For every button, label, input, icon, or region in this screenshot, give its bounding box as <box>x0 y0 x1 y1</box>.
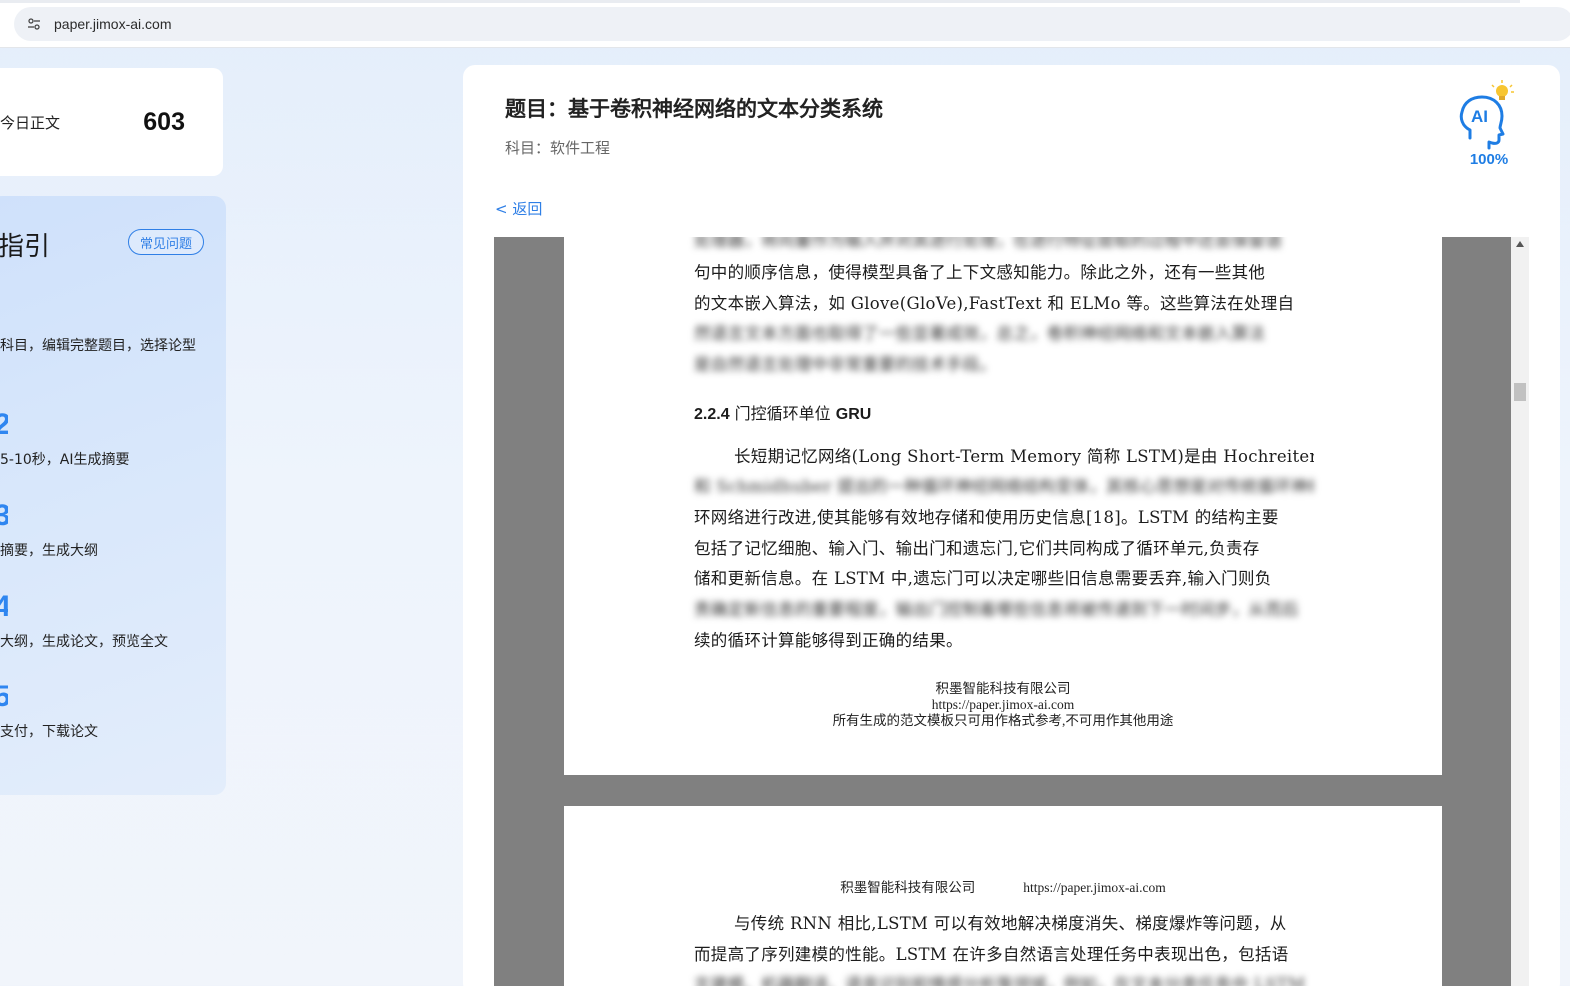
step-1-desc: 科目，编辑完整题目，选择论型 <box>0 338 196 354</box>
header-url: https://paper.jimox-ai.com <box>1023 880 1166 895</box>
today-stat-card: 今日正文 603 <box>0 68 223 176</box>
stat-label: 今日正文 <box>0 113 61 132</box>
ai-label: AI <box>1471 107 1488 126</box>
stat-value: 603 <box>143 107 185 136</box>
footer-url: https://paper.jimox-ai.com <box>931 697 1075 712</box>
footer-company: 积墨智能科技有限公司 <box>935 681 1071 696</box>
step-5-number: 5 <box>0 680 8 714</box>
section-title: 门控循环单位 <box>729 404 836 423</box>
step-2-desc: 5-10秒，AI生成摘要 <box>0 452 130 468</box>
page-line: 储和更新信息。在 LSTM 中,遗忘门可以决定哪些旧信息需要丢弃,输入门则负 <box>694 569 1272 588</box>
step-3-desc: 摘要，生成大纲 <box>0 543 98 559</box>
page-line: 包括了记忆细胞、输入门、输出门和遗忘门,它们共同构成了循环单元,负责存 <box>694 539 1260 558</box>
page-line: 续的循环计算能够得到正确的结果。 <box>694 631 963 650</box>
scroll-thumb[interactable] <box>1514 383 1526 401</box>
back-link[interactable]: < 返回 <box>495 198 542 219</box>
document-page: 处理器，将向量作为输入并对其进行处理，在进行特征提取的过程中还会保留语 句中的顺… <box>564 237 1442 775</box>
viewer-scrollbar[interactable] <box>1511 237 1529 986</box>
page-line: 环网络进行改进,使其能够有效地存储和使用历史信息[18]。LSTM 的结构主要 <box>694 508 1279 527</box>
step-4-desc: 大纲，生成论文，预览全文 <box>0 634 168 650</box>
section-number: 2.2.4 <box>694 406 730 423</box>
paper-preview-panel: 题目：基于卷积神经网络的文本分类系统 科目：软件工程 < 返回 AI 100% … <box>463 65 1560 986</box>
header-company: 积墨智能科技有限公司 <box>840 880 976 895</box>
page-line: 的文本嵌入算法，如 Glove(GloVe),FastText 和 ELMo 等… <box>694 294 1295 313</box>
ai-percent: 100% <box>1469 151 1509 168</box>
paper-subject: 科目：软件工程 <box>505 139 611 157</box>
page-header: 积墨智能科技有限公司 https://paper.jimox-ai.com <box>564 876 1442 896</box>
page-line: 长短期记忆网络(Long Short-Term Memory 简称 LSTM)是… <box>734 447 1314 466</box>
page-line: 责确定新信息的重要程度，输出门控制着哪些信息将被传递到下一时间步，从而后 <box>694 600 1299 619</box>
faq-button[interactable]: 常见问题 <box>128 229 204 255</box>
step-5-desc: 支付，下载论文 <box>0 724 98 740</box>
page-line: 然语言文本方面也取得了一些显著成效，总之，卷积神经网络和文本嵌入算法 <box>694 324 1266 343</box>
scroll-up-icon[interactable] <box>1516 241 1524 247</box>
page-line: 句中的顺序信息，使得模型具备了上下文感知能力。除此之外，还有一些其他 <box>694 263 1266 282</box>
site-settings-icon[interactable] <box>14 17 54 31</box>
document-page: 积墨智能科技有限公司 https://paper.jimox-ai.com 与传统… <box>564 806 1442 986</box>
section-suffix: GRU <box>835 406 872 423</box>
page-line: 是自然语言处理中非常重要的技术手段。 <box>694 355 997 374</box>
address-bar[interactable]: paper.jimox-ai.com <box>14 7 1570 41</box>
page-footer: 积墨智能科技有限公司 https://paper.jimox-ai.com 所有… <box>564 681 1442 729</box>
page-line: 处理器，将向量作为输入并对其进行处理，在进行特征提取的过程中还会保留语 <box>694 237 1282 250</box>
page-line: 与传统 RNN 相比,LSTM 可以有效地解决梯度消失、梯度爆炸等问题，从 <box>734 914 1287 933</box>
tab-strip-edge <box>0 0 1520 3</box>
url-text[interactable]: paper.jimox-ai.com <box>54 16 172 32</box>
page-line: 言建模、机器翻译、语音识别和情感分析等领域，例如，在文本分类任务中 LSTM <box>694 975 1306 986</box>
step-3-number: 3 <box>0 499 8 533</box>
step-2-number: 2 <box>0 408 8 442</box>
document-viewer[interactable]: 处理器，将向量作为输入并对其进行处理，在进行特征提取的过程中还会保留语 句中的顺… <box>494 237 1529 986</box>
paper-title: 题目：基于卷积神经网络的文本分类系统 <box>505 97 883 121</box>
page-line: 而提高了序列建模的性能。LSTM 在许多自然语言处理任务中表现出色，包括语 <box>694 945 1289 964</box>
guide-card: 指引 常见问题 科目，编辑完整题目，选择论型 2 5-10秒，AI生成摘要 3 … <box>0 196 226 795</box>
footer-disclaimer: 所有生成的范文模板只可用作格式参考,不可用作其他用途 <box>832 713 1174 728</box>
section-heading: 2.2.4 门控循环单位 GRU <box>694 400 871 424</box>
step-4-number: 4 <box>0 590 8 624</box>
guide-title: 指引 <box>0 232 51 262</box>
page-line: 和 Schmidhuber 提出的一种循环神经网络结构变体，其核心思想是对传统循… <box>694 477 1314 496</box>
ai-head-icon: AI <box>1458 80 1518 160</box>
browser-toolbar: paper.jimox-ai.com <box>0 0 1570 48</box>
